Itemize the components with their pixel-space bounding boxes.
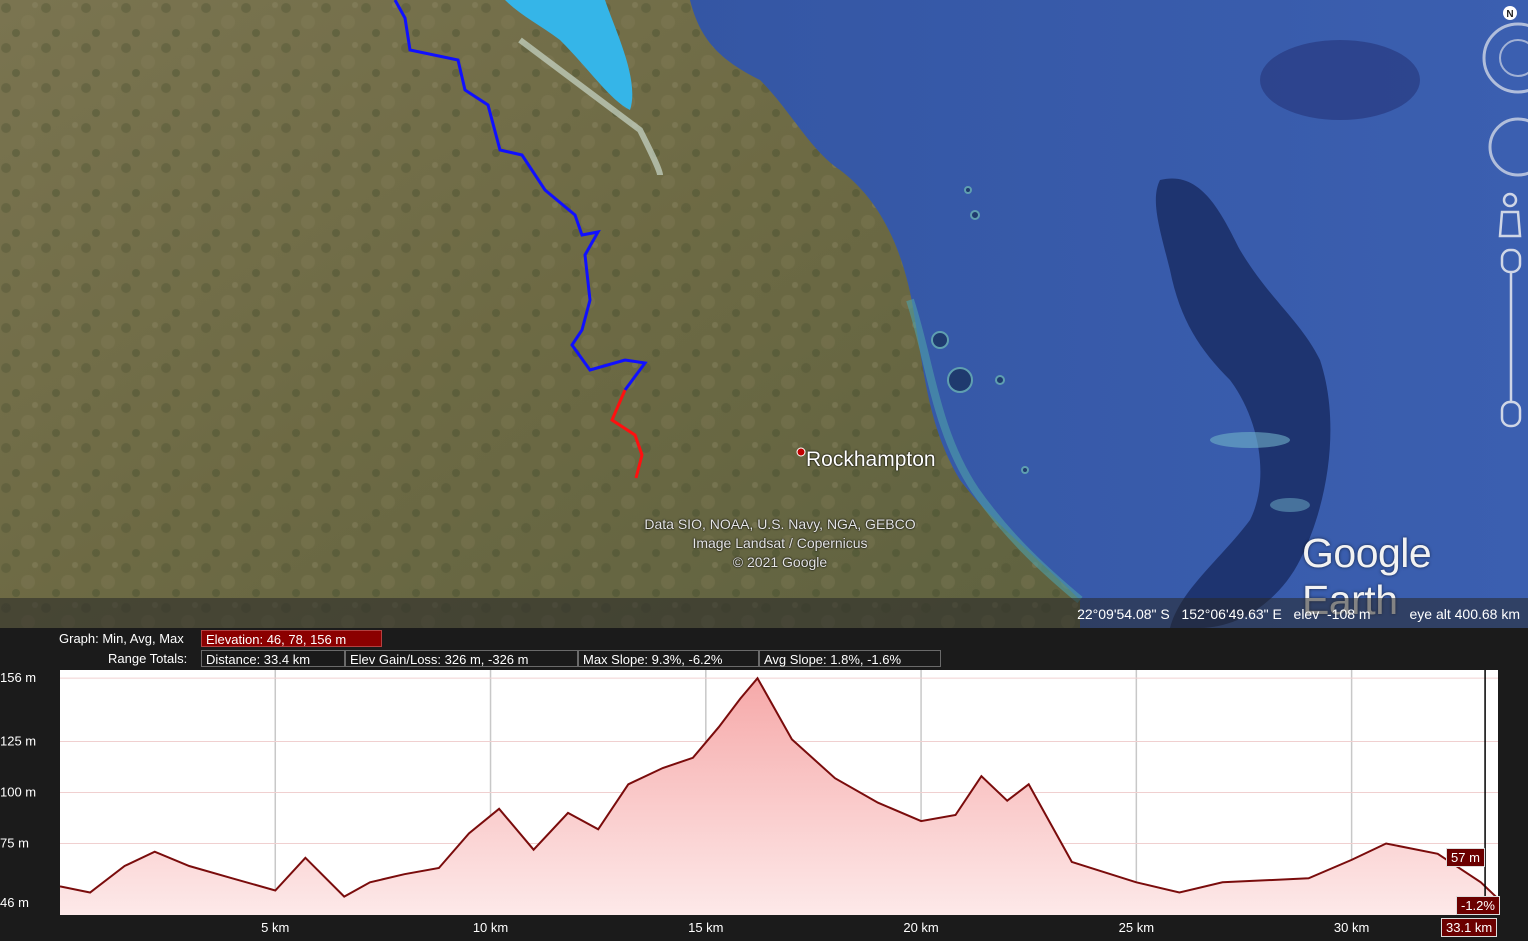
graph-label: Graph: Min, Avg, Max xyxy=(59,631,184,646)
earth-map-view[interactable]: Rockhampton Data SIO, NOAA, U.S. Navy, N… xyxy=(0,0,1528,628)
x-tick-label: 20 km xyxy=(903,920,938,935)
elev-label: elev xyxy=(1293,606,1320,622)
eye-alt-label: eye alt xyxy=(1409,606,1451,622)
elevation-profile-chart[interactable]: 46 m 75 m 100 m 125 m 156 m 5 km 10 km 15 km 20… xyxy=(0,668,1528,941)
y-tick-label: 46 m xyxy=(0,895,29,910)
x-tick-label: 25 km xyxy=(1119,920,1154,935)
attribution-line: © 2021 Google xyxy=(732,554,828,570)
look-joystick-icon[interactable] xyxy=(1482,22,1528,94)
imagery-attribution: Data SIO, NOAA, U.S. Navy, NGA, GEBCO Im… xyxy=(560,515,1000,572)
zoom-out-icon[interactable] xyxy=(1500,400,1522,428)
city-label: Rockhampton xyxy=(806,448,936,471)
cursor-elevation-callout: 57 m xyxy=(1446,848,1485,867)
move-joystick-icon[interactable] xyxy=(1488,117,1528,177)
cursor-distance-callout: 33.1 km xyxy=(1441,918,1498,937)
avg-slope-stat[interactable]: Avg Slope: 1.8%, -1.6% xyxy=(759,650,941,667)
gain-loss-stat[interactable]: Elev Gain/Loss: 326 m, -326 m xyxy=(345,650,578,667)
x-tick-label: 10 km xyxy=(473,920,508,935)
y-tick-label: 75 m xyxy=(0,836,29,851)
x-tick-label: 15 km xyxy=(688,920,723,935)
range-totals-label: Range Totals: xyxy=(108,651,188,666)
coordinates-readout: 22°09'54.08" S 152°06'49.63" E elev -108… xyxy=(1077,606,1520,622)
latitude: 22°09'54.08" S xyxy=(1077,606,1170,622)
attribution-line: Data SIO, NOAA, U.S. Navy, NGA, GEBCO xyxy=(644,516,916,532)
cursor-slope-callout: -1.2% xyxy=(1456,896,1500,915)
zoom-in-icon[interactable] xyxy=(1500,248,1522,274)
max-slope-stat[interactable]: Max Slope: 9.3%, -6.2% xyxy=(578,650,759,667)
elevation-value: -108 m xyxy=(1327,606,1371,622)
y-tick-label: 100 m xyxy=(0,785,36,800)
y-tick-label: 156 m xyxy=(0,670,36,685)
compass-n: N xyxy=(1506,9,1513,20)
x-tick-label: 5 km xyxy=(261,920,289,935)
street-view-pegman-icon[interactable] xyxy=(1502,192,1518,208)
distance-stat[interactable]: Distance: 33.4 km xyxy=(201,650,345,667)
elevation-profile-panel: Graph: Min, Avg, Max Elevation: 46, 78, … xyxy=(0,628,1528,941)
navigation-controls: N xyxy=(1474,0,1528,440)
longitude: 152°06'49.63" E xyxy=(1181,606,1282,622)
y-tick-label: 125 m xyxy=(0,733,36,748)
attribution-line: Image Landsat / Copernicus xyxy=(692,535,868,551)
x-tick-label: 30 km xyxy=(1334,920,1369,935)
elevation-stat[interactable]: Elevation: 46, 78, 156 m xyxy=(201,630,382,647)
status-bar: 22°09'54.08" S 152°06'49.63" E elev -108… xyxy=(0,598,1528,628)
eye-alt-value: 400.68 km xyxy=(1454,606,1520,622)
city-marker xyxy=(796,447,806,457)
